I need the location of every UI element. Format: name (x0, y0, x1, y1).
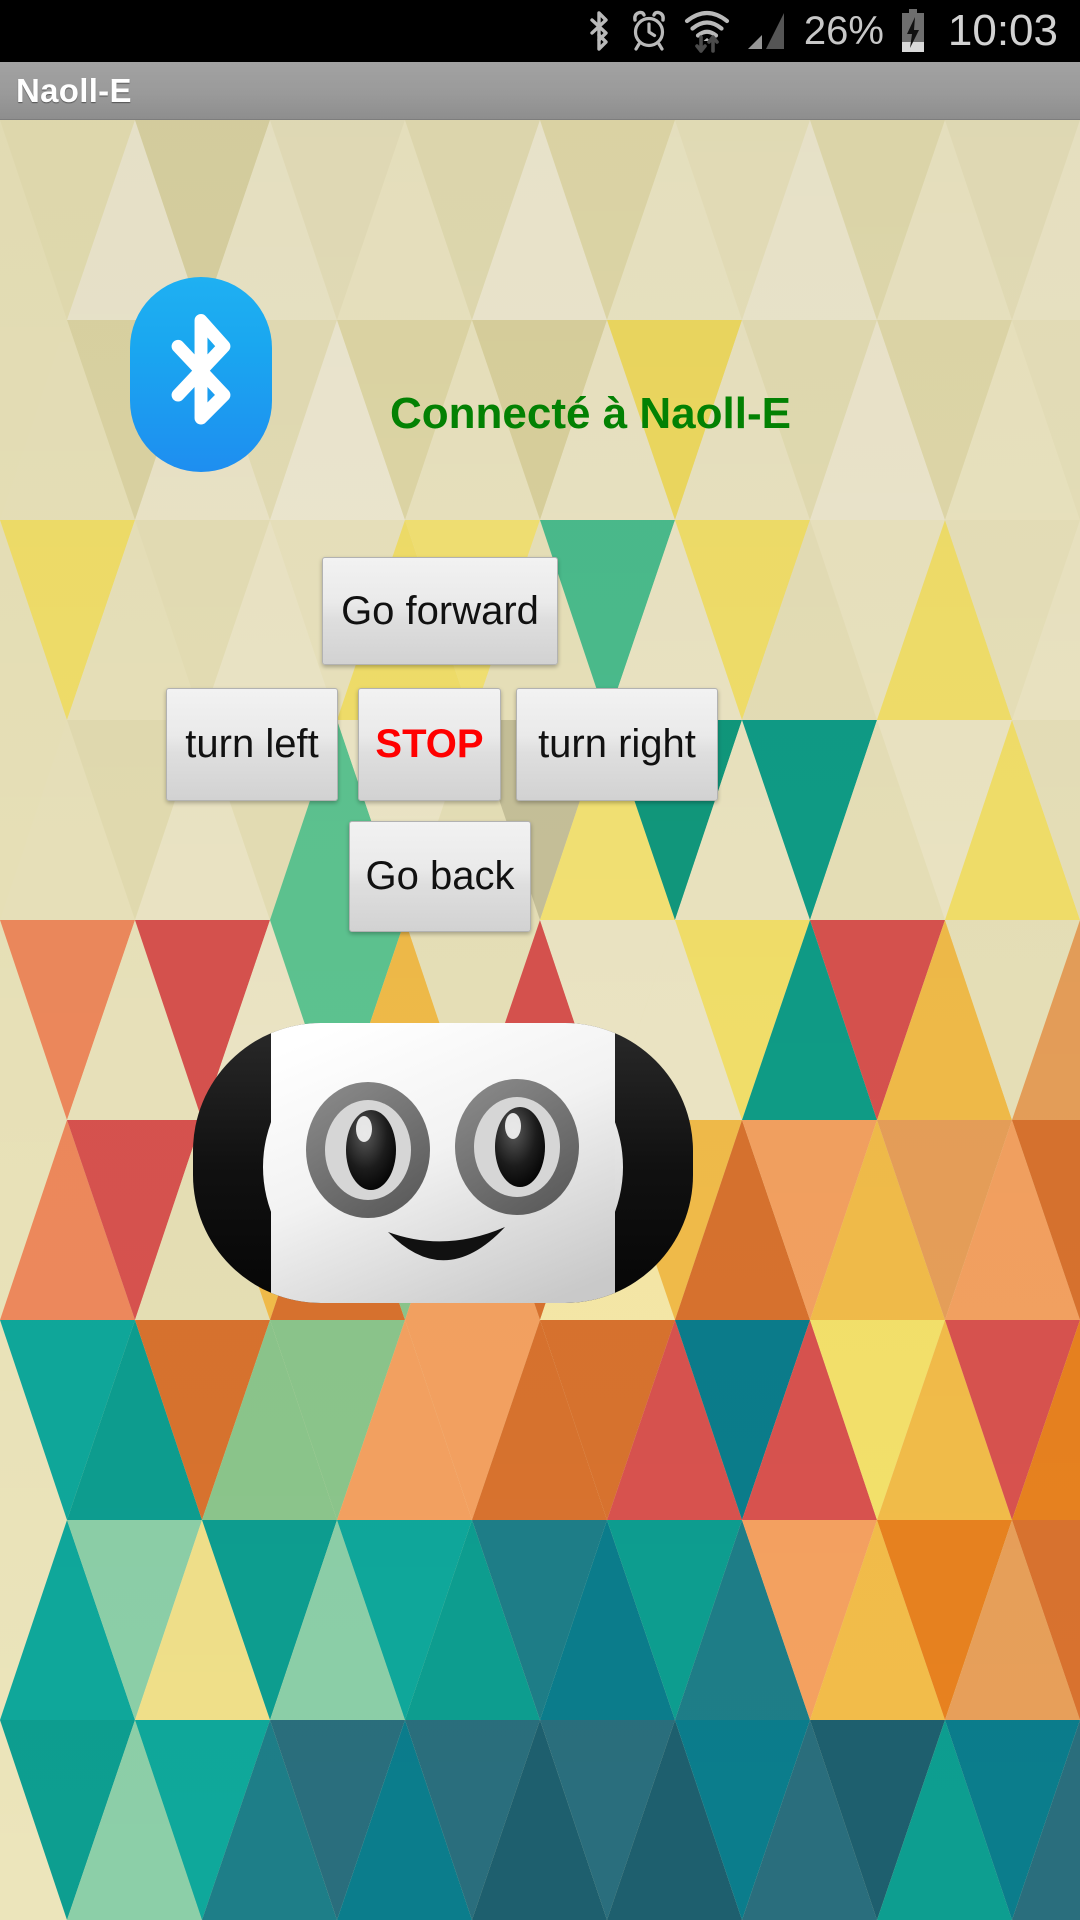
main-content: Connecté à Naoll-E Go forward turn left … (0, 120, 1080, 1920)
cellular-signal-icon (744, 9, 790, 53)
turn-right-button[interactable]: turn right (516, 688, 718, 801)
robot-right-eye (455, 1079, 579, 1215)
bluetooth-connect-button[interactable] (130, 277, 272, 472)
alarm-icon (628, 9, 670, 53)
clock-label: 10:03 (947, 6, 1058, 55)
connection-status-label: Connecté à Naoll-E (390, 389, 791, 438)
action-bar: Naoll-E (0, 62, 1080, 120)
stop-button[interactable]: STOP (358, 688, 501, 801)
status-bar: 26% 10:03 (0, 0, 1080, 62)
app-screen: 26% 10:03 Naoll-E Connecté à Naoll-E Go … (0, 0, 1080, 1920)
go-forward-button[interactable]: Go forward (322, 557, 558, 665)
turn-left-button[interactable]: turn left (166, 688, 338, 801)
battery-percent-label: 26% (803, 9, 884, 53)
wifi-icon (684, 8, 730, 54)
bluetooth-icon (584, 9, 614, 53)
page-title: Naoll-E (16, 71, 132, 109)
bluetooth-icon (171, 313, 231, 424)
robot-left-eye (306, 1082, 430, 1218)
robot-face-image (193, 1023, 693, 1303)
go-back-button[interactable]: Go back (349, 821, 531, 932)
battery-charging-icon (898, 8, 928, 54)
